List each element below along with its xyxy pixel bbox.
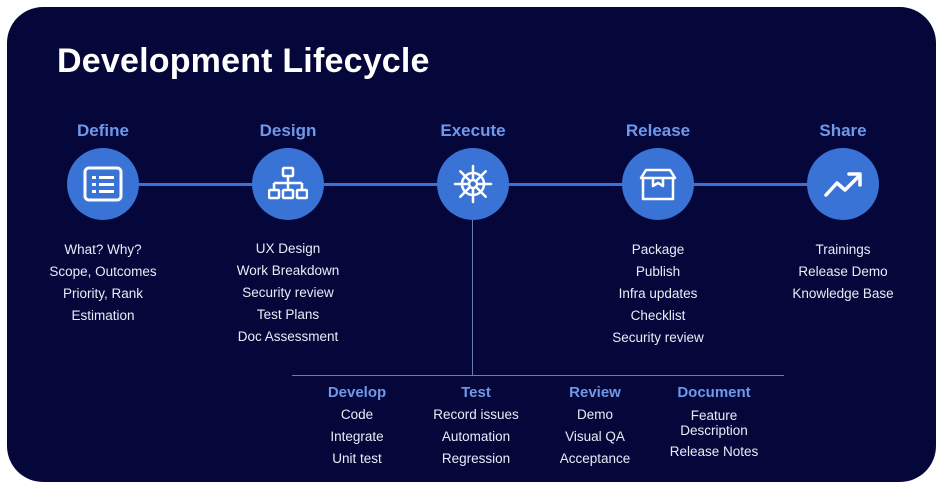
stage-item: Infra updates: [618, 286, 698, 301]
stage-title: Define: [77, 121, 129, 140]
substage-items: Feature Description Release Notes: [644, 404, 784, 463]
stage-item: Doc Assessment: [237, 329, 339, 344]
stage-item: Priority, Rank: [62, 286, 144, 301]
stage-items: What? Why? Scope, Outcomes Priority, Ran…: [13, 239, 193, 327]
stage-item: What? Why?: [64, 242, 142, 257]
helm-icon: [437, 148, 509, 220]
stage-title: Design: [259, 121, 317, 140]
package-icon: [622, 148, 694, 220]
stage-item: Checklist: [630, 308, 686, 323]
stage-item: Release Demo: [798, 264, 888, 279]
stage-title: Execute: [440, 121, 506, 140]
stage-item: Estimation: [71, 308, 135, 323]
stage-item: Knowledge Base: [792, 286, 894, 301]
stage-item: Work Breakdown: [236, 263, 340, 278]
stage-items: Trainings Release Demo Knowledge Base: [753, 239, 933, 305]
stage-items: Package Publish Infra updates Checklist …: [568, 239, 748, 349]
substage-title: Document: [677, 384, 751, 401]
stage-item: Security review: [242, 285, 334, 300]
page-title: Development Lifecycle: [57, 42, 430, 80]
execute-branch-line: [472, 218, 473, 375]
substage-item: Feature Description: [680, 408, 748, 438]
stage-items: UX Design Work Breakdown Security review…: [198, 238, 378, 348]
sitemap-icon: [252, 148, 324, 220]
stage-title: Release: [625, 121, 691, 140]
stage-title: Share: [819, 121, 867, 140]
substage-document: Document Feature Description Release Not…: [644, 382, 784, 463]
stage-item: Package: [631, 242, 685, 257]
stage-item: Security review: [612, 330, 704, 345]
list-icon: [67, 148, 139, 220]
stage-item: Trainings: [815, 242, 871, 257]
substage-item: Release Notes: [669, 444, 759, 459]
stage-item: Scope, Outcomes: [49, 264, 157, 279]
trend-up-icon: [807, 148, 879, 220]
stage-item: UX Design: [255, 241, 321, 256]
stage-item: Test Plans: [256, 307, 320, 322]
substage-divider: [292, 375, 784, 376]
stage-item: Publish: [635, 264, 681, 279]
